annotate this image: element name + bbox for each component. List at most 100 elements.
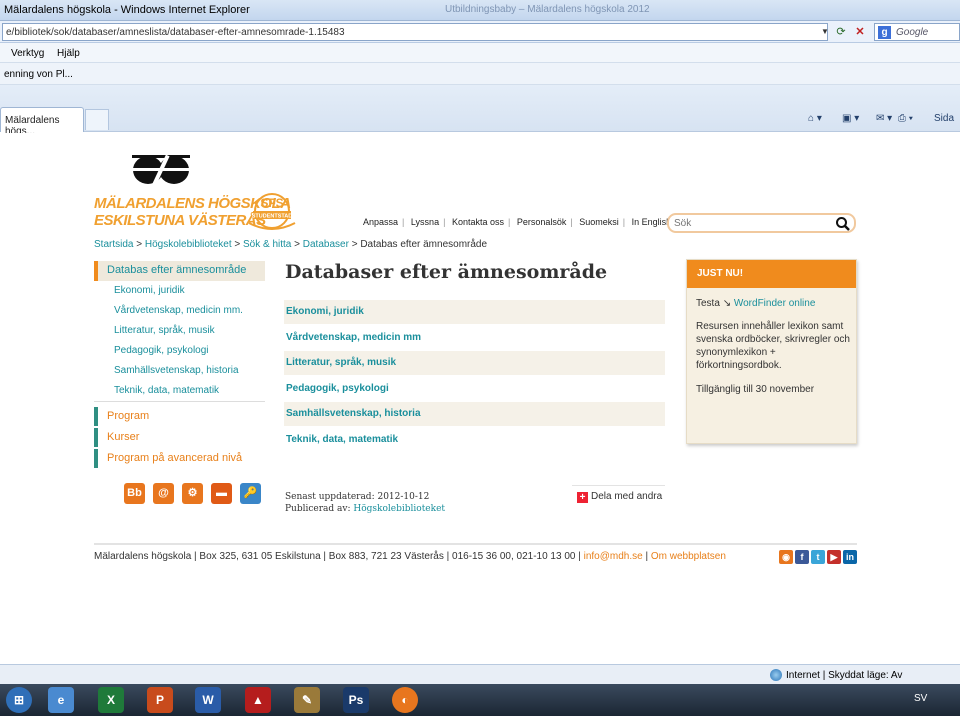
top-link-finnish[interactable]: Suomeksi xyxy=(579,217,619,227)
nav-sub-technology[interactable]: Teknik, data, matematik xyxy=(114,385,219,396)
facebook-icon[interactable]: f xyxy=(795,550,809,564)
category-label: Teknik, data, matematik xyxy=(286,434,399,445)
nav-sub-social-science[interactable]: Samhällsvetenskap, historia xyxy=(114,365,239,376)
security-zone[interactable]: Internet | Skyddat läge: Av xyxy=(786,670,902,681)
nav-sub-economics[interactable]: Ekonomi, juridik xyxy=(114,285,185,296)
refresh-icon[interactable]: ⟳ xyxy=(833,24,849,40)
site-search-input[interactable] xyxy=(674,217,824,230)
category-technology[interactable]: Teknik, data, matematik xyxy=(284,428,665,452)
email-icon[interactable]: @ xyxy=(153,483,174,504)
home-icon[interactable]: ⌂ ▾ xyxy=(808,113,822,124)
just-nu-description: Resursen innehåller lexikon samt svenska… xyxy=(696,321,850,371)
category-label: Litteratur, språk, musik xyxy=(286,357,397,368)
rss-icon[interactable]: ◉ xyxy=(779,550,793,564)
top-link-listen[interactable]: Lyssna xyxy=(411,217,439,227)
screen-icon[interactable]: ▬ xyxy=(211,483,232,504)
sfs-badge-icon: SFS STUDENTSTAD xyxy=(248,193,296,230)
sfs-badge-subtext: STUDENTSTAD xyxy=(252,214,293,220)
footer-about-link[interactable]: Om webbplatsen xyxy=(651,551,726,562)
category-economics[interactable]: Ekonomi, juridik xyxy=(284,300,665,324)
top-link-staff-search[interactable]: Personalsök xyxy=(517,217,567,227)
nav-sub-literature[interactable]: Litteratur, språk, musik xyxy=(114,325,215,336)
breadcrumb-library[interactable]: Högskolebiblioteket xyxy=(145,239,232,250)
twitter-icon[interactable]: t xyxy=(811,550,825,564)
powerpoint-icon[interactable]: P xyxy=(147,687,173,713)
print-icon[interactable]: ⎙ ▾ xyxy=(898,113,913,124)
share-plus-icon: + xyxy=(577,492,588,503)
just-nu-availability: Tillgänglig till 30 november xyxy=(696,384,815,395)
tab-active[interactable]: Mälardalens högs... xyxy=(0,107,84,137)
meta-divider xyxy=(572,485,665,486)
share-link[interactable]: + Dela med andra xyxy=(577,491,662,503)
top-link-contact[interactable]: Kontakta oss xyxy=(452,217,504,227)
paint-icon[interactable]: ✎ xyxy=(294,687,320,713)
top-link-customize[interactable]: Anpassa xyxy=(363,217,398,227)
breadcrumb-databases[interactable]: Databaser xyxy=(303,239,349,250)
menu-help[interactable]: Hjälp xyxy=(57,48,80,59)
address-input[interactable] xyxy=(2,23,828,41)
linkedin-icon[interactable]: in xyxy=(843,550,857,564)
favorites-bar: enning von Pl... xyxy=(0,63,960,85)
feeds-icon[interactable]: ▣ ▾ xyxy=(842,113,859,124)
tab-bar: Mälardalens högs... xyxy=(0,85,960,137)
category-label: Pedagogik, psykologi xyxy=(286,383,389,394)
mail-icon[interactable]: ✉ ▾ xyxy=(876,113,892,124)
nav-item-program[interactable]: Program xyxy=(94,407,265,426)
start-icon[interactable]: ⊞ xyxy=(6,687,32,713)
page-title: Databaser efter ämnesområde xyxy=(285,261,608,283)
university-logo-icon xyxy=(132,154,190,186)
background-window-title: Utbildningsbaby – Mälardalens högskola 2… xyxy=(445,4,650,15)
favorites-item[interactable]: enning von Pl... xyxy=(4,69,73,80)
site-search xyxy=(667,213,856,233)
address-dropdown-icon[interactable]: ▼ xyxy=(817,24,833,40)
word-icon[interactable]: W xyxy=(195,687,221,713)
logo-text-line-2: ESKILSTUNA VÄSTERÅS xyxy=(94,212,266,229)
photoshop-icon[interactable]: Ps xyxy=(343,687,369,713)
published-by-link[interactable]: Högskolebiblioteket xyxy=(353,504,445,514)
breadcrumb-search-find[interactable]: Sök & hitta xyxy=(243,239,291,250)
just-nu-box: JUST NU! Testa ↘ WordFinder online Resur… xyxy=(686,259,857,444)
window-title: Mälardalens högskola - Windows Internet … xyxy=(4,4,250,16)
breadcrumb-separator: > xyxy=(294,239,300,250)
footer-address: Mälardalens högskola | Box 325, 631 05 E… xyxy=(94,551,581,562)
category-social-science[interactable]: Samhällsvetenskap, historia xyxy=(284,402,665,426)
breadcrumb: Startsida > Högskolebiblioteket > Sök & … xyxy=(94,239,487,250)
language-indicator[interactable]: SV xyxy=(914,693,927,704)
footer-email-link[interactable]: info@mdh.se xyxy=(584,551,643,562)
nav-active-label: Databas efter ämnesområde xyxy=(107,264,247,276)
just-nu-heading: JUST NU! xyxy=(697,268,744,279)
category-label: Vårdvetenskap, medicin mm xyxy=(286,332,422,343)
firefox-icon[interactable]: ◐ xyxy=(392,687,418,713)
breadcrumb-home[interactable]: Startsida xyxy=(94,239,133,250)
window-titlebar: Mälardalens högskola - Windows Internet … xyxy=(0,0,960,21)
category-label: Ekonomi, juridik xyxy=(286,306,364,317)
nav-item-courses[interactable]: Kurser xyxy=(94,428,265,447)
nav-divider xyxy=(94,401,265,402)
page-menu[interactable]: Sida xyxy=(934,113,954,124)
nav-item-advanced-program[interactable]: Program på avancerad nivå xyxy=(94,449,265,468)
nav-item-label: Program xyxy=(107,410,150,422)
youtube-icon[interactable]: ▶ xyxy=(827,550,841,564)
nav-sub-pedagogy[interactable]: Pedagogik, psykologi xyxy=(114,345,209,356)
pdf-icon[interactable]: ▲ xyxy=(245,687,271,713)
excel-icon[interactable]: X xyxy=(98,687,124,713)
top-links: Anpassa | Lyssna | Kontakta oss | Personals… xyxy=(361,217,699,227)
key-icon[interactable]: 🔑 xyxy=(240,483,261,504)
search-icon[interactable] xyxy=(835,216,851,232)
stop-icon[interactable]: ✕ xyxy=(852,24,868,40)
nav-active-item[interactable]: Databas efter ämnesområde xyxy=(94,261,265,281)
category-pedagogy[interactable]: Pedagogik, psykologi xyxy=(284,377,665,401)
menu-tools[interactable]: Verktyg xyxy=(11,48,44,59)
new-tab-button[interactable] xyxy=(85,109,109,130)
external-link-icon: ↘ xyxy=(722,298,732,309)
browser-search-box[interactable]: g Google xyxy=(874,23,960,41)
blackboard-icon[interactable]: Bb xyxy=(124,483,145,504)
ie-icon[interactable]: e xyxy=(48,687,74,713)
settings-icon[interactable]: ⚙ xyxy=(182,483,203,504)
category-literature[interactable]: Litteratur, språk, musik xyxy=(284,351,665,375)
top-link-english[interactable]: In English xyxy=(632,217,672,227)
nav-sub-medicine[interactable]: Vårdvetenskap, medicin mm. xyxy=(114,305,243,316)
breadcrumb-separator: > xyxy=(136,239,143,250)
wordfinder-link[interactable]: WordFinder online xyxy=(734,298,816,309)
category-medicine[interactable]: Vårdvetenskap, medicin mm xyxy=(284,326,665,350)
